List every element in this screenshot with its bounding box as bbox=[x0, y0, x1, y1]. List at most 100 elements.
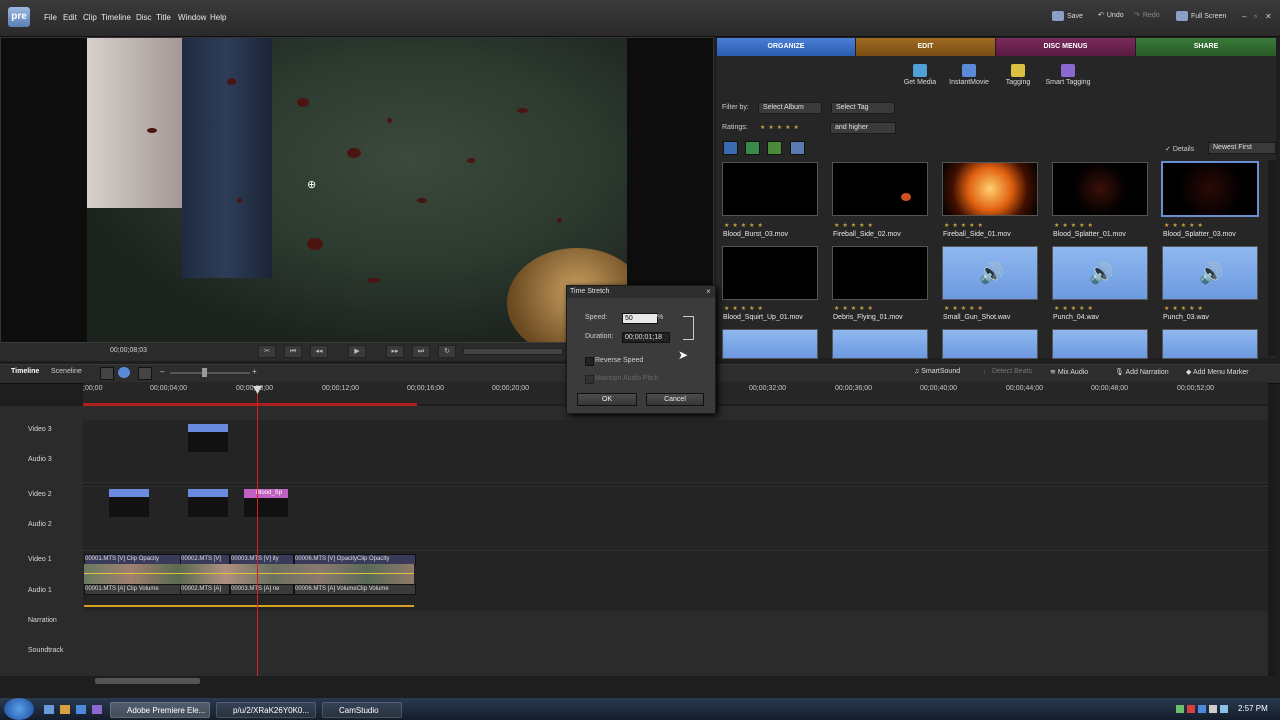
menu-clip[interactable]: Clip bbox=[83, 13, 97, 22]
sort-dropdown[interactable]: Newest First bbox=[1208, 142, 1276, 154]
tray-icon[interactable] bbox=[1176, 705, 1184, 713]
tray-icon[interactable] bbox=[1187, 705, 1195, 713]
add-menu-marker-button[interactable]: ◆ Add Menu Marker bbox=[1186, 368, 1249, 376]
thumb-blood-squirt-up-01[interactable] bbox=[722, 246, 818, 300]
tab-disc-menus[interactable]: DISC MENUS bbox=[996, 38, 1135, 56]
quicklaunch-icon[interactable] bbox=[44, 705, 54, 714]
rating-stars[interactable]: ★★★★★ bbox=[944, 305, 986, 312]
duration-input[interactable]: 00;00;01;18 bbox=[622, 332, 670, 343]
rating-stars[interactable]: ★★★★★ bbox=[1164, 305, 1206, 312]
taskbar-camstudio[interactable]: CamStudio bbox=[322, 702, 402, 718]
rating-stars[interactable]: ★★★★★ bbox=[1164, 222, 1206, 229]
tab-timeline[interactable]: Timeline bbox=[11, 368, 39, 375]
thumb-blood-burst-03[interactable] bbox=[722, 162, 818, 216]
properties-icon[interactable] bbox=[138, 367, 152, 380]
rating-stars[interactable]: ★★★★★ bbox=[834, 305, 876, 312]
thumb-audio[interactable] bbox=[942, 329, 1038, 359]
tag-dropdown[interactable]: Select Tag bbox=[831, 102, 895, 114]
ok-button[interactable]: OK bbox=[577, 393, 637, 406]
link-bracket-icon[interactable] bbox=[683, 316, 694, 340]
thumb-fireball-side-01[interactable] bbox=[942, 162, 1038, 216]
restore-icon[interactable]: ▫ bbox=[1254, 12, 1257, 21]
menu-timeline[interactable]: Timeline bbox=[101, 13, 131, 22]
mix-audio-button[interactable]: ≋ Mix Audio bbox=[1050, 368, 1088, 376]
album-dropdown[interactable]: Select Album bbox=[758, 102, 822, 114]
rating-stars[interactable]: ★★★★★ bbox=[834, 222, 876, 229]
thumb-debris-flying-01[interactable] bbox=[832, 246, 928, 300]
rating-stars[interactable]: ★★★★★ bbox=[724, 222, 766, 229]
tray-icon[interactable] bbox=[1209, 705, 1217, 713]
clip-video2-blood[interactable]: Blood_Sp bbox=[244, 489, 288, 517]
quicklaunch-icon[interactable] bbox=[76, 705, 86, 714]
show-video-icon[interactable] bbox=[723, 141, 738, 155]
timeline-scrollbar[interactable] bbox=[86, 677, 1268, 685]
show-images-icon[interactable] bbox=[767, 141, 782, 155]
smartsound-button[interactable]: ♫ SmartSound bbox=[914, 368, 960, 375]
rating-stars[interactable]: ★★★★★ bbox=[760, 124, 802, 131]
timeline-scroll-thumb[interactable] bbox=[95, 678, 200, 684]
volume-icon[interactable] bbox=[1220, 705, 1228, 713]
speed-input[interactable]: 50 bbox=[622, 313, 658, 324]
thumb-punch-04[interactable]: 🔊 bbox=[1052, 246, 1148, 300]
close-icon[interactable]: ✕ bbox=[1265, 12, 1272, 21]
split-clip-icon[interactable]: ✂ bbox=[258, 345, 276, 358]
undo-button[interactable]: ↶ Undo bbox=[1098, 11, 1124, 20]
tab-edit[interactable]: EDIT bbox=[856, 38, 995, 56]
go-to-start-icon[interactable]: ⏮ bbox=[284, 345, 302, 358]
quicklaunch-icon[interactable] bbox=[92, 705, 102, 714]
step-back-icon[interactable]: ◂◂ bbox=[310, 345, 328, 358]
rating-stars[interactable]: ★★★★★ bbox=[1054, 305, 1096, 312]
organizer-scrollbar[interactable] bbox=[1268, 160, 1276, 356]
reverse-speed-checkbox[interactable] bbox=[585, 357, 594, 366]
thumb-audio[interactable] bbox=[1052, 329, 1148, 359]
thumb-blood-splatter-03[interactable] bbox=[1161, 161, 1259, 217]
time-stretch-tool-icon[interactable] bbox=[118, 367, 130, 378]
thumb-fireball-side-02[interactable] bbox=[832, 162, 928, 216]
thumb-blood-splatter-01[interactable] bbox=[1052, 162, 1148, 216]
rating-stars[interactable]: ★★★★★ bbox=[944, 222, 986, 229]
clip-video3[interactable] bbox=[188, 424, 228, 452]
menu-edit[interactable]: Edit bbox=[63, 13, 77, 22]
scrubber[interactable] bbox=[463, 348, 563, 355]
taskbar-premiere[interactable]: Adobe Premiere Ele... bbox=[110, 702, 210, 718]
detect-beats-button[interactable]: ♩ Detect Beats bbox=[983, 368, 1032, 375]
details-checkbox[interactable]: ✓ Details bbox=[1165, 145, 1194, 153]
show-audio-icon[interactable] bbox=[745, 141, 760, 155]
menu-help[interactable]: Help bbox=[210, 13, 226, 22]
zoom-in-icon[interactable]: + bbox=[252, 367, 257, 376]
clip-video2[interactable] bbox=[109, 489, 149, 517]
dialog-close-icon[interactable]: × bbox=[706, 287, 711, 296]
thumb-audio[interactable] bbox=[832, 329, 928, 359]
clip-audio1[interactable]: 00006.MTS [A] VolumeClip Volume bbox=[294, 584, 416, 595]
quicklaunch-icon[interactable] bbox=[60, 705, 70, 714]
fullscreen-button[interactable]: Full Screen bbox=[1176, 11, 1226, 21]
opacity-line[interactable] bbox=[84, 573, 414, 574]
clip-video2[interactable] bbox=[188, 489, 228, 517]
redo-button[interactable]: ↷ Redo bbox=[1134, 11, 1160, 20]
menu-window[interactable]: Window bbox=[178, 13, 206, 22]
smart-tagging-button[interactable]: Smart Tagging bbox=[1038, 64, 1098, 86]
add-narration-button[interactable]: 🎙 Add Narration bbox=[1115, 368, 1169, 376]
loop-icon[interactable]: ↻ bbox=[438, 345, 456, 358]
clip-audio1[interactable]: 00002.MTS [A] bbox=[180, 584, 230, 595]
volume-line[interactable] bbox=[84, 605, 414, 607]
zoom-handle[interactable] bbox=[202, 368, 207, 377]
track-video3-audio3[interactable] bbox=[83, 420, 1268, 482]
save-button[interactable]: Save bbox=[1052, 11, 1083, 21]
menu-disc[interactable]: Disc bbox=[136, 13, 152, 22]
play-icon[interactable]: ▶ bbox=[348, 345, 366, 358]
rating-dropdown[interactable]: and higher bbox=[830, 122, 896, 134]
taskbar-browser[interactable]: p/u/2/XRaK26Y0K0... bbox=[216, 702, 316, 718]
playhead[interactable] bbox=[257, 386, 258, 676]
clip-audio1[interactable]: 00001.MTS [A] Clip Volume bbox=[84, 584, 181, 595]
select-tool-icon[interactable] bbox=[100, 367, 114, 380]
step-forward-icon[interactable]: ▸▸ bbox=[386, 345, 404, 358]
thumb-punch-03[interactable]: 🔊 bbox=[1162, 246, 1258, 300]
menu-title[interactable]: Title bbox=[156, 13, 171, 22]
go-to-end-icon[interactable]: ⏭ bbox=[412, 345, 430, 358]
tab-share[interactable]: SHARE bbox=[1136, 38, 1276, 56]
video-preview[interactable] bbox=[87, 38, 627, 342]
thumb-audio[interactable] bbox=[722, 329, 818, 359]
thumb-audio[interactable] bbox=[1162, 329, 1258, 359]
thumb-small-gun-shot[interactable]: 🔊 bbox=[942, 246, 1038, 300]
